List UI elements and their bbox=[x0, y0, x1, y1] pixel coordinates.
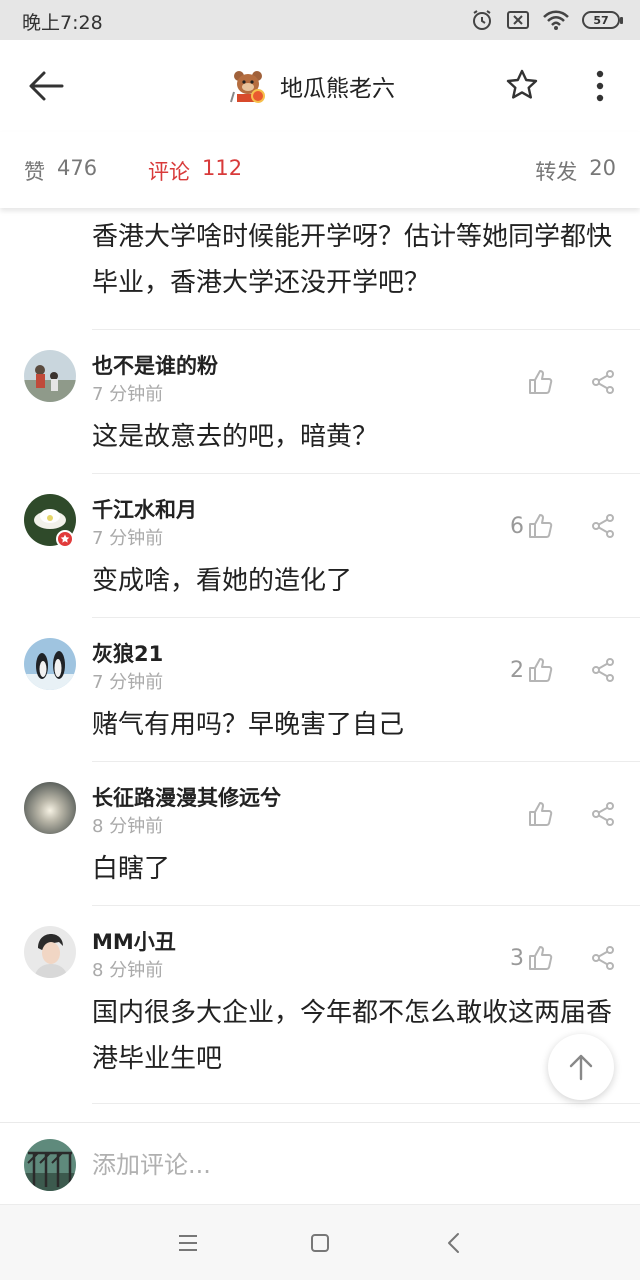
wifi-icon bbox=[543, 10, 569, 30]
comment-item[interactable]: 长征路漫漫其修远兮 8 分钟前 白瞎了 bbox=[0, 766, 640, 906]
comment-time: 8 分钟前 bbox=[92, 816, 164, 837]
tab-reposts-label: 转发 bbox=[535, 160, 578, 184]
divider bbox=[92, 617, 640, 618]
battery-level: 57 bbox=[593, 13, 609, 27]
comment-time: 8 分钟前 bbox=[92, 960, 164, 981]
divider bbox=[92, 761, 640, 762]
status-icons: 57 bbox=[470, 8, 623, 32]
share-icon[interactable] bbox=[590, 945, 616, 971]
page-title: 地瓜熊老六 bbox=[280, 76, 395, 102]
stats-tabs: 赞 476 评论 112 转发 20 bbox=[0, 132, 640, 208]
comment-actions: 6 bbox=[510, 512, 616, 540]
comment-text: 变成啥，看她的造化了 bbox=[92, 566, 353, 596]
back-arrow-icon[interactable] bbox=[26, 68, 66, 104]
tab-reposts-count: 20 bbox=[589, 156, 616, 180]
comment-author[interactable]: MM小丑 bbox=[92, 926, 176, 956]
comment-author[interactable]: 灰狼21 bbox=[92, 638, 163, 668]
comment-text: 白瞎了 bbox=[92, 854, 171, 884]
comment-list[interactable]: 香港大学啥时候能开学呀？估计等她同学都快毕业，香港大学还没开学吧？ 也不是谁的粉… bbox=[0, 208, 640, 1122]
verified-badge-icon bbox=[56, 530, 74, 548]
comment-text: 国内很多大企业，今年都不怎么敢收这两届香港毕业生吧 bbox=[92, 998, 613, 1074]
comment-author[interactable]: 长征路漫漫其修远兮 bbox=[92, 782, 281, 812]
tab-comments-count: 112 bbox=[202, 156, 243, 180]
avatar bbox=[24, 782, 76, 834]
tab-likes[interactable]: 赞 476 bbox=[24, 156, 97, 186]
comment-time: 7 分钟前 bbox=[92, 672, 164, 693]
my-avatar bbox=[24, 1139, 76, 1191]
thumbs-up-icon[interactable] bbox=[526, 656, 554, 684]
system-nav-bar bbox=[0, 1204, 640, 1280]
comment-actions bbox=[510, 800, 616, 828]
battery-indicator: 57 bbox=[582, 11, 623, 29]
tab-comments-label: 评论 bbox=[148, 160, 190, 184]
share-icon[interactable] bbox=[590, 657, 616, 683]
comment-item[interactable]: 千江水和月 7 分钟前 6 变成啥，看她的造化了 bbox=[0, 478, 640, 618]
menu-icon[interactable] bbox=[174, 1229, 202, 1257]
tab-likes-count: 476 bbox=[57, 156, 98, 180]
thumbs-up-icon[interactable] bbox=[526, 800, 554, 828]
arrow-up-icon bbox=[569, 1054, 593, 1081]
tab-likes-label: 赞 bbox=[24, 160, 45, 184]
star-icon[interactable] bbox=[505, 68, 539, 102]
comment-time: 7 分钟前 bbox=[92, 384, 164, 405]
header: 地瓜熊老六 bbox=[0, 40, 640, 132]
more-vertical-icon[interactable] bbox=[586, 68, 614, 104]
home-icon[interactable] bbox=[306, 1229, 334, 1257]
comment-actions: 2 bbox=[510, 656, 616, 684]
author-avatar bbox=[229, 67, 267, 105]
comment-author[interactable]: 千江水和月 bbox=[92, 494, 197, 524]
avatar bbox=[24, 350, 76, 402]
author-title[interactable]: 地瓜熊老六 bbox=[228, 62, 395, 110]
avatar bbox=[24, 638, 76, 690]
like-count: 2 bbox=[510, 657, 524, 683]
divider bbox=[92, 473, 640, 474]
share-icon[interactable] bbox=[590, 801, 616, 827]
comment-author[interactable]: 也不是谁的粉 bbox=[92, 350, 218, 380]
comment-input[interactable] bbox=[92, 1145, 592, 1185]
comment-text: 赌气有用吗？早晚害了自己 bbox=[92, 710, 405, 740]
thumbs-up-icon[interactable] bbox=[526, 944, 554, 972]
divider bbox=[92, 905, 640, 906]
share-icon[interactable] bbox=[590, 513, 616, 539]
divider bbox=[92, 1103, 640, 1104]
thumbs-up-icon[interactable] bbox=[526, 512, 554, 540]
comment-item[interactable]: 也不是谁的粉 7 分钟前 这是故意去的吧，暗黄？ bbox=[0, 334, 640, 474]
like-count: 3 bbox=[510, 945, 524, 971]
alarm-icon bbox=[473, 10, 491, 30]
comment-composer bbox=[0, 1122, 640, 1204]
share-icon[interactable] bbox=[590, 369, 616, 395]
thumbs-up-icon[interactable] bbox=[526, 368, 554, 396]
comment-actions bbox=[510, 368, 616, 396]
comment-item[interactable]: MM小丑 8 分钟前 3 国内很多大企业，今年都不怎么敢收这两届香港毕业生吧 bbox=[0, 910, 640, 1106]
partial-comment-text: 香港大学啥时候能开学呀？估计等她同学都快毕业，香港大学还没开学吧？ bbox=[92, 222, 613, 298]
status-bar: 晚上7:28 57 bbox=[0, 0, 640, 40]
comment-text: 这是故意去的吧，暗黄？ bbox=[92, 422, 379, 452]
comment-item[interactable]: 灰狼21 7 分钟前 2 赌气有用吗？早晚害了自己 bbox=[0, 622, 640, 762]
comment-time: 7 分钟前 bbox=[92, 528, 164, 549]
status-time: 晚上7:28 bbox=[22, 12, 103, 34]
back-icon[interactable] bbox=[440, 1229, 468, 1257]
like-count: 6 bbox=[510, 513, 524, 539]
scroll-to-top-button[interactable] bbox=[548, 1034, 614, 1100]
tab-comments[interactable]: 评论 112 bbox=[148, 156, 242, 186]
tab-reposts[interactable]: 转发 20 bbox=[535, 156, 616, 186]
divider bbox=[92, 329, 640, 330]
no-sim-icon bbox=[507, 11, 529, 29]
avatar bbox=[24, 926, 76, 978]
comment-actions: 3 bbox=[510, 944, 616, 972]
